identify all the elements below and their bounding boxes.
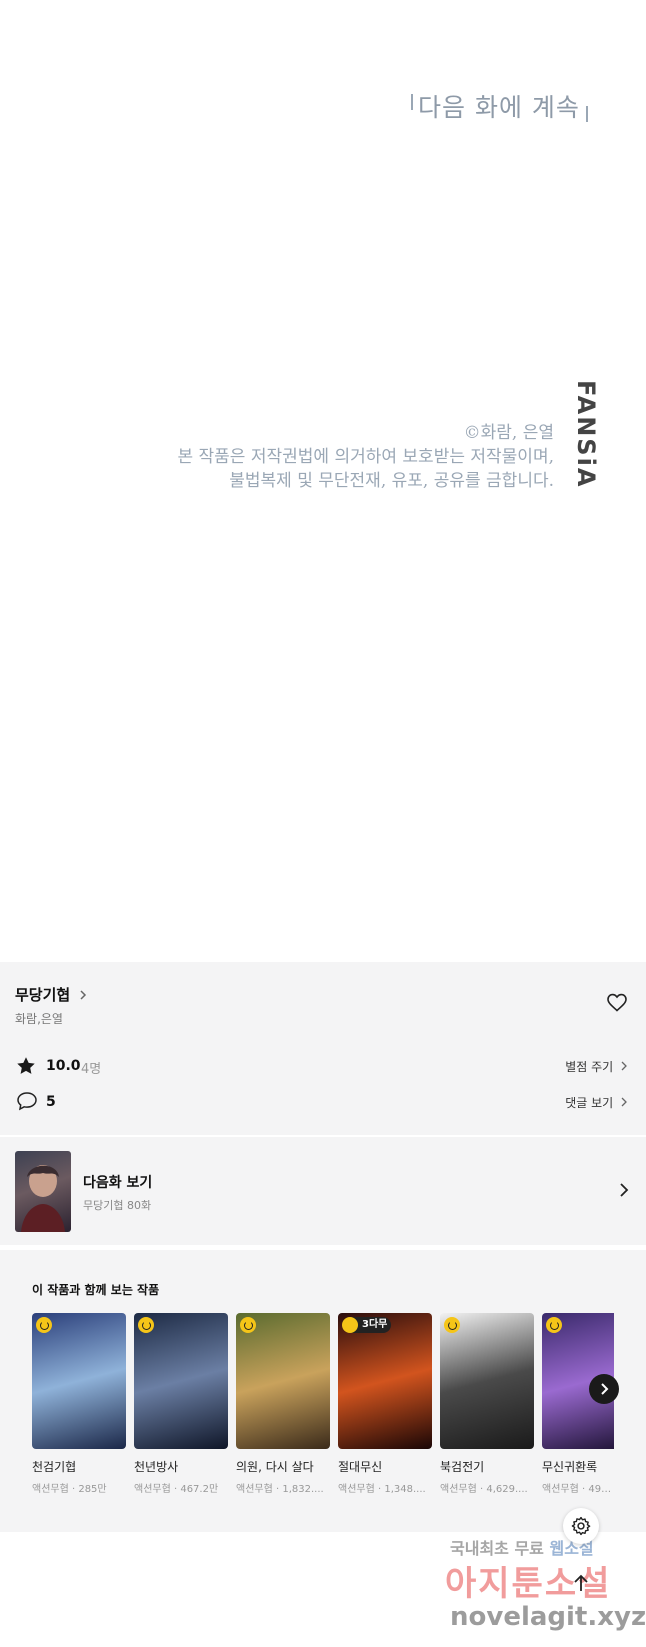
clock-badge-icon (546, 1317, 562, 1333)
recommendation-card[interactable]: 3다무 절대무신 액션무협 · 1,348.... (338, 1313, 432, 1495)
recommendation-card[interactable]: 천검기협 액션무협 · 285만 (32, 1313, 126, 1495)
recommendation-cover (440, 1313, 534, 1449)
recommendation-title: 북검전기 (440, 1460, 485, 1474)
series-authors: 화람,은열 (15, 1012, 63, 1026)
copyright-notice-2: 불법복제 및 무단전재, 유포, 공유를 금합니다. (229, 471, 554, 491)
recommendation-meta: 액션무협 · 285만 (32, 1484, 107, 1495)
view-comments-label: 댓글 보기 (565, 1096, 614, 1110)
rating-score: 10.0 (46, 1058, 81, 1074)
comment-icon (17, 1092, 37, 1111)
arrow-up-icon (574, 1574, 588, 1591)
copyright-notice-1: 본 작품은 저작권법에 의거하여 보호받는 저작물이며, (177, 447, 554, 467)
recommendation-meta: 액션무협 · 497.1 (542, 1484, 614, 1495)
recommendation-card[interactable]: 천년방사 액션무협 · 467.2만 (134, 1313, 228, 1495)
series-title: 무당기협 (15, 986, 71, 1004)
chevron-right-icon (601, 1383, 609, 1395)
recommendation-meta: 액션무협 · 467.2만 (134, 1484, 219, 1495)
recommendation-card[interactable]: 무신귀환록 액션무협 · 497.1 (542, 1313, 614, 1495)
bracket-right (586, 106, 588, 122)
recommendation-title: 의원, 다시 살다 (236, 1460, 314, 1474)
series-info-panel (0, 962, 646, 1135)
next-episode-thumbnail (15, 1151, 71, 1232)
clock-badge-icon (36, 1317, 52, 1333)
chevron-right-icon[interactable] (617, 1180, 631, 1200)
recommendation-card[interactable]: 북검전기 액션무협 · 4,629.... (440, 1313, 534, 1495)
series-title-link[interactable]: 무당기협 (15, 984, 88, 1005)
recommendation-cover (32, 1313, 126, 1449)
clock-badge-icon (444, 1317, 460, 1333)
recommendation-meta: 액션무협 · 1,348.... (338, 1484, 426, 1495)
recommendation-cover (236, 1313, 330, 1449)
gear-icon (571, 1516, 591, 1536)
rating-count: 4명 (81, 1062, 102, 1077)
recommendation-meta: 액션무협 · 1,832.... (236, 1484, 324, 1495)
comment-count: 5 (46, 1094, 56, 1110)
rate-button[interactable]: 별점 주기 (565, 1058, 628, 1075)
recommendation-card[interactable]: 의원, 다시 살다 액션무협 · 1,832.... (236, 1313, 330, 1495)
star-icon (17, 1057, 35, 1074)
watermark-line-3: novelagit.xyz (450, 1602, 646, 1632)
recommendation-title: 천검기협 (32, 1460, 77, 1474)
recommendations-heading: 이 작품과 함께 보는 작품 (32, 1283, 160, 1297)
free-tag-badge: 3다무 (342, 1317, 392, 1333)
continue-label: 다음 화에 계속 (418, 93, 580, 122)
heart-icon[interactable] (605, 990, 629, 1014)
recommendation-title: 천년방사 (134, 1460, 179, 1474)
view-comments-button[interactable]: 댓글 보기 (565, 1094, 628, 1111)
chevron-right-icon (80, 990, 87, 1000)
settings-button[interactable] (563, 1508, 599, 1544)
next-episode-title: 다음화 보기 (83, 1175, 153, 1191)
scroll-top-button[interactable] (568, 1570, 594, 1596)
copyright-owner: ©화람, 은열 (463, 423, 554, 443)
clock-badge-icon (240, 1317, 256, 1333)
recommendation-cover (134, 1313, 228, 1449)
recommendation-title: 무신귀환록 (542, 1460, 598, 1474)
bracket-left (411, 94, 413, 110)
recommendations-next-button[interactable] (589, 1374, 619, 1404)
comic-panel: 다음 화에 계속 FANSiA ©화람, 은열 본 작품은 저작권법에 의거하여… (0, 0, 646, 962)
publisher-logo: FANSiA (572, 380, 600, 489)
recommendation-cover: 3다무 (338, 1313, 432, 1449)
recommendation-meta: 액션무협 · 4,629.... (440, 1484, 528, 1495)
chevron-right-icon (621, 1061, 627, 1071)
chevron-right-icon (621, 1097, 627, 1107)
clock-badge-icon (138, 1317, 154, 1333)
next-episode-subtitle: 무당기협 80화 (83, 1199, 152, 1212)
recommendation-title: 절대무신 (338, 1460, 383, 1474)
rate-button-label: 별점 주기 (565, 1060, 614, 1074)
